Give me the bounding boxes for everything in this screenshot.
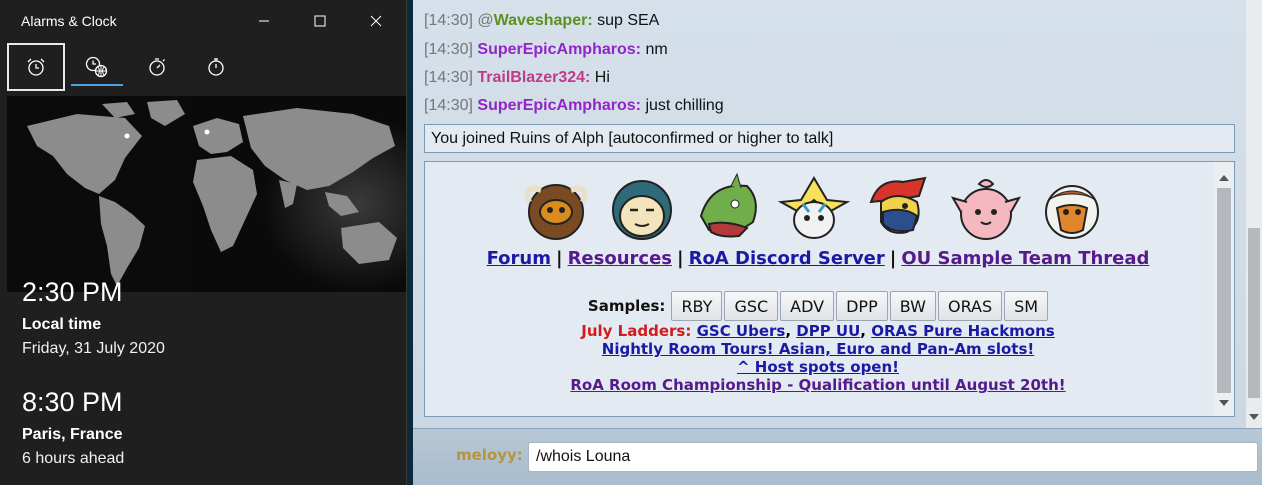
scrollbar-thumb[interactable]	[1217, 188, 1231, 393]
tab-stopwatch[interactable]	[187, 43, 245, 91]
scroll-down-arrow-icon[interactable]	[1219, 400, 1229, 406]
sample-button-bw[interactable]: BW	[889, 291, 936, 321]
keldeo-icon	[869, 176, 927, 234]
window-title: Alarms & Clock	[21, 13, 117, 29]
clock-nav	[7, 43, 237, 91]
clock-entry-local[interactable]: 2:30 PM Local time Friday, 31 July 2020	[22, 277, 165, 358]
minimize-button[interactable]	[241, 0, 287, 42]
clock-detail: Friday, 31 July 2020	[22, 340, 165, 357]
scrollbar-thumb[interactable]	[1248, 228, 1260, 398]
alarms-clock-window: Alarms & Clock 2:30 PM Local time Friday…	[0, 0, 407, 485]
scroll-down-arrow-icon[interactable]	[1249, 414, 1259, 420]
sample-button-gsc[interactable]: GSC	[724, 291, 779, 321]
ladder-link-oras-pure-hackmons[interactable]: ORAS Pure Hackmons	[871, 322, 1055, 340]
chat-text: Hi	[594, 69, 610, 86]
minimize-icon	[259, 20, 269, 22]
chat-username[interactable]: SuperEpicAmpharos:	[477, 41, 641, 58]
link-separator: |	[677, 248, 684, 269]
ladder-link-dpp-uu[interactable]: DPP UU	[796, 322, 860, 340]
chat-username[interactable]: TrailBlazer324:	[477, 69, 590, 86]
world-map-image	[7, 96, 406, 292]
chat-timestamp: [14:30]	[424, 12, 473, 29]
close-button[interactable]	[353, 0, 399, 42]
tours-announcement: Nightly Room Tours! Asian, Euro and Pan-…	[425, 340, 1211, 358]
samples-label: Samples:	[587, 297, 666, 315]
alarm-icon	[27, 58, 45, 76]
maximize-icon	[314, 15, 326, 27]
tab-world-clock[interactable]	[68, 43, 126, 91]
clock-time: 8:30 PM	[22, 387, 123, 417]
join-notice: You joined Ruins of Alph [autoconfirmed …	[424, 124, 1235, 153]
chat-timestamp: [14:30]	[424, 69, 473, 86]
chat-message: [14:30] TrailBlazer324: Hi	[424, 69, 610, 87]
scroll-up-arrow-icon[interactable]	[1219, 175, 1229, 181]
chat-text: just chilling	[645, 97, 724, 114]
sample-button-adv[interactable]: ADV	[780, 291, 835, 321]
own-username: meloyy:	[456, 446, 523, 464]
tyranitar-icon	[699, 172, 757, 238]
sample-button-rby[interactable]: RBY	[671, 291, 723, 321]
ou-sample-thread-link[interactable]: OU Sample Team Thread	[901, 248, 1149, 269]
sample-button-oras[interactable]: ORAS	[937, 291, 1003, 321]
close-icon	[370, 15, 382, 27]
chat-input-bar: meloyy:	[413, 428, 1262, 485]
chat-room: [14:30] @Waveshaper: sup SEA [14:30] Sup…	[413, 0, 1262, 485]
world-map	[7, 96, 406, 292]
world-clock-icon	[85, 56, 108, 78]
sample-button-sm[interactable]: SM	[1004, 291, 1049, 321]
chat-username[interactable]: SuperEpicAmpharos:	[477, 97, 641, 114]
room-intro: Forum | Resources | RoA Discord Server | OU Sa…	[424, 161, 1235, 417]
championship-link[interactable]: RoA Room Championship - Qualification un…	[570, 376, 1065, 394]
ladders-label: July Ladders:	[581, 322, 692, 340]
host-announcement: ^ Host spots open!	[425, 358, 1211, 376]
ladder-link-gsc-ubers[interactable]: GSC Ubers	[697, 322, 786, 340]
clefable-icon	[950, 179, 1022, 240]
clock-time: 2:30 PM	[22, 277, 123, 307]
samples-row: Samples: RBY GSC ADV DPP BW ORAS SM	[425, 291, 1211, 321]
chat-message: [14:30] SuperEpicAmpharos: just chilling	[424, 97, 724, 115]
discord-link[interactable]: RoA Discord Server	[689, 248, 885, 269]
clock-detail: 6 hours ahead	[22, 450, 125, 467]
clock-place: Paris, France	[22, 426, 123, 443]
chat-rank-prefix: @	[477, 12, 494, 29]
stopwatch-icon	[208, 58, 224, 76]
snorlax-icon	[612, 180, 672, 240]
link-separator: |	[555, 248, 563, 269]
chat-message: [14:30] SuperEpicAmpharos: nm	[424, 41, 668, 59]
ladders-announcement: July Ladders: GSC Ubers, DPP UU, ORAS Pu…	[581, 322, 1055, 340]
host-spots-link[interactable]: ^ Host spots open!	[737, 358, 899, 376]
chat-text: sup SEA	[597, 12, 660, 29]
room-intro-scrollbar[interactable]	[1214, 162, 1234, 416]
resources-link[interactable]: Resources	[568, 248, 672, 269]
chat-input[interactable]	[528, 442, 1258, 472]
jirachi-icon	[777, 176, 851, 239]
room-tours-link[interactable]: Nightly Room Tours! Asian, Euro and Pan-…	[602, 340, 1034, 358]
chat-message: [14:30] @Waveshaper: sup SEA	[424, 12, 659, 30]
clock-entry-paris[interactable]: 8:30 PM Paris, France 6 hours ahead	[22, 387, 124, 468]
maximize-button[interactable]	[297, 0, 343, 42]
timer-icon	[149, 58, 165, 76]
chat-text: nm	[645, 41, 668, 58]
tab-alarm[interactable]	[7, 43, 65, 91]
landorus-icon	[1045, 185, 1099, 239]
room-links: Forum | Resources | RoA Discord Server | OU Sa…	[425, 248, 1211, 269]
link-separator: |	[889, 248, 897, 269]
chat-timestamp: [14:30]	[424, 97, 473, 114]
clock-place: Local time	[22, 316, 102, 333]
chat-scrollbar[interactable]	[1246, 0, 1262, 428]
championship-announcement: RoA Room Championship - Qualification un…	[425, 376, 1211, 394]
sample-button-dpp[interactable]: DPP	[836, 291, 888, 321]
tab-timer[interactable]	[128, 43, 186, 91]
chat-timestamp: [14:30]	[424, 41, 473, 58]
title-bar: Alarms & Clock	[0, 0, 406, 42]
forum-link[interactable]: Forum	[487, 248, 551, 269]
bouffalant-icon	[524, 184, 588, 240]
chat-username[interactable]: Waveshaper:	[494, 12, 593, 29]
